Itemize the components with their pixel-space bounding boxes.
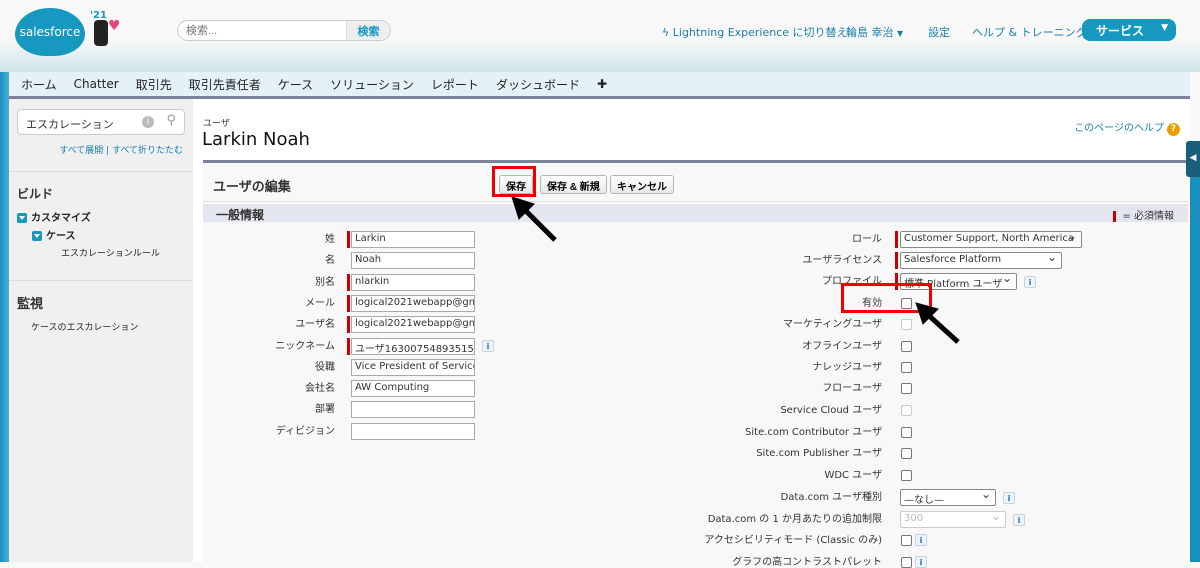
arrow-to-save-icon (511, 196, 557, 242)
arrow-to-active-icon (915, 302, 960, 344)
annotation-arrows (511, 196, 960, 344)
